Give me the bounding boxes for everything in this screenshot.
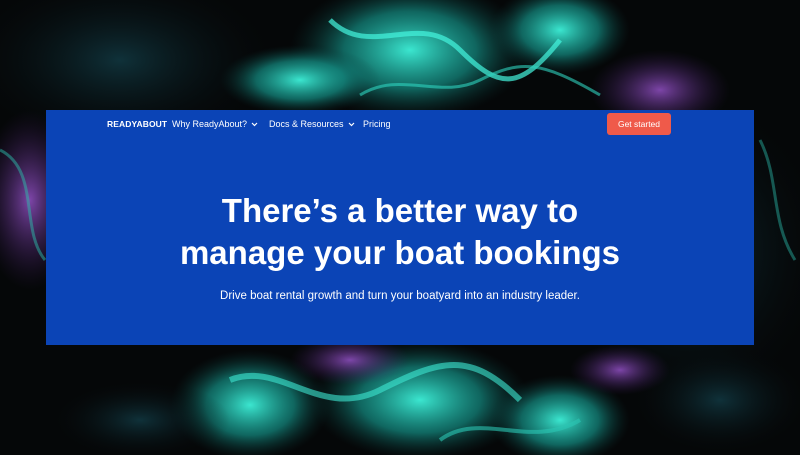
chevron-down-icon — [251, 122, 258, 126]
chevron-down-icon — [348, 122, 354, 126]
hero-subtitle: Drive boat rental growth and turn your b… — [220, 290, 580, 302]
top-navbar: READYABOUT Why ReadyAbout? Docs & Resour… — [46, 110, 754, 138]
brand-logo[interactable]: READYABOUT — [107, 119, 167, 129]
nav-item-label: Pricing — [363, 119, 391, 129]
hero-card: READYABOUT Why ReadyAbout? Docs & Resour… — [46, 110, 754, 345]
hero-title-line-1: There’s a better way to — [221, 192, 579, 229]
page: READYABOUT Why ReadyAbout? Docs & Resour… — [0, 0, 800, 455]
get-started-button[interactable]: Get started — [607, 113, 671, 135]
nav-item-label: Docs & Resources — [269, 119, 344, 129]
hero-title-line-2: manage your boat bookings — [179, 234, 621, 271]
hero-title: There’s a better way to manage your boat… — [46, 190, 754, 274]
nav-item-pricing[interactable]: Pricing — [363, 118, 391, 130]
nav-item-label: Why ReadyAbout? — [172, 119, 248, 129]
nav-item-why-readyabout[interactable]: Why ReadyAbout? — [172, 118, 258, 130]
nav-item-docs-resources[interactable]: Docs & Resources — [269, 118, 355, 130]
